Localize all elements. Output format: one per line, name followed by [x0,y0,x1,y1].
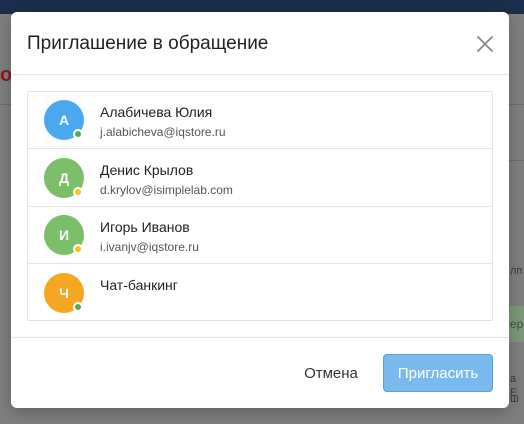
participant-email: i.ivanjv@iqstore.ru [100,240,199,254]
background-divider [509,104,524,105]
participant-name: Игорь Иванов [100,219,190,235]
background-green-button: ер [508,306,524,342]
participant-row[interactable]: Ч Чат-банкинг [28,265,492,322]
participant-email: j.alabicheva@iqstore.ru [100,125,226,139]
background-divider [0,104,11,105]
background-logo-fragment: о [0,64,13,86]
dialog-title: Приглашение в обращение [27,33,269,54]
background-text: ш [510,393,519,405]
background-text: лп [510,265,523,277]
footer-divider [11,337,509,338]
participant-name: Алабичева Юлия [100,104,213,120]
cancel-button[interactable]: Отмена [293,355,369,391]
participant-row[interactable]: И Игорь Иванов i.ivanjv@iqstore.ru [28,207,492,264]
participant-list: А Алабичева Юлия j.alabicheva@iqstore.ru Д Д… [27,91,493,321]
status-online-icon [73,302,83,312]
participant-name: Денис Крылов [100,162,194,178]
status-online-icon [73,129,83,139]
participant-name: Чат-банкинг [100,277,178,293]
close-icon[interactable] [473,32,497,56]
invite-dialog: Приглашение в обращение А Алабичева Юлия j… [11,12,509,408]
invite-button[interactable]: Пригласить [383,354,493,392]
status-away-icon [73,244,83,254]
dialog-header: Приглашение в обращение [11,12,509,75]
participant-email: d.krylov@isimplelab.com [100,183,233,197]
status-away-icon [73,187,83,197]
participant-row[interactable]: А Алабичева Юлия j.alabicheva@iqstore.ru [28,92,492,149]
participant-row[interactable]: Д Денис Крылов d.krylov@isimplelab.com [28,150,492,207]
background-divider [509,160,524,161]
